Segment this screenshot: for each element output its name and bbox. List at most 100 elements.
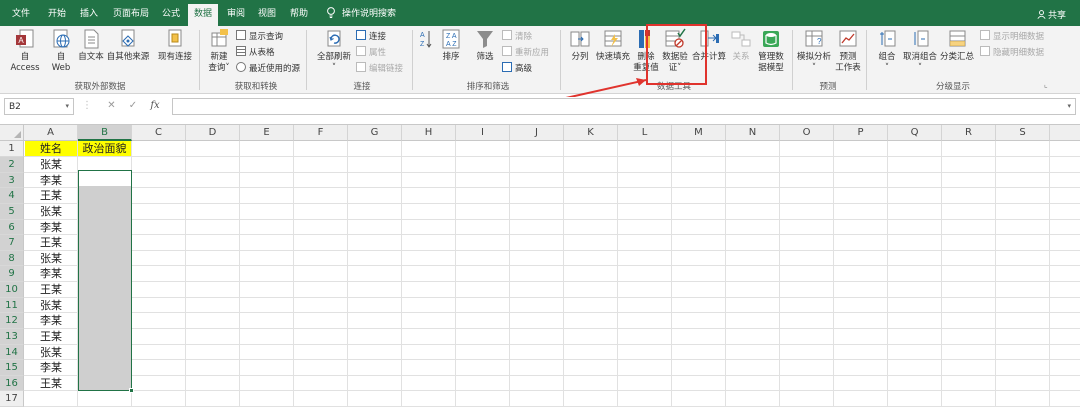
- cell-a4[interactable]: 王某: [25, 188, 77, 203]
- selection-range-b2-b16[interactable]: [78, 170, 132, 391]
- row-header-2[interactable]: 2: [0, 157, 24, 173]
- col-header-k[interactable]: K: [564, 125, 618, 141]
- name-box[interactable]: B2 ▾: [4, 98, 74, 115]
- cell-a16[interactable]: 王某: [25, 376, 77, 391]
- cell-a3[interactable]: 李某: [25, 173, 77, 188]
- fill-handle[interactable]: [129, 388, 134, 393]
- group-button[interactable]: 组合 ˅: [876, 28, 898, 74]
- row-header-8[interactable]: 8: [0, 251, 24, 266]
- col-header-e[interactable]: E: [240, 125, 294, 141]
- row-header-3[interactable]: 3: [0, 173, 24, 188]
- col-header-s[interactable]: S: [996, 125, 1050, 141]
- sort-button[interactable]: Z AA Z 排序: [440, 28, 462, 63]
- reapply-button[interactable]: 重新应用: [502, 46, 549, 59]
- connections-button[interactable]: 连接: [356, 30, 386, 43]
- new-query-button[interactable]: 新建 查询˅: [204, 28, 234, 74]
- text-to-columns-button[interactable]: 分列: [568, 28, 592, 63]
- row-header-16[interactable]: 16: [0, 376, 24, 391]
- cell-a10[interactable]: 王某: [25, 282, 77, 297]
- recent-sources-button[interactable]: 最近使用的源: [236, 62, 300, 75]
- tab-help[interactable]: 帮助: [290, 6, 308, 19]
- cell-a2[interactable]: 张某: [25, 157, 77, 172]
- what-if-analysis-button[interactable]: ? 模拟分析 ˅: [796, 28, 832, 74]
- active-cell-b2[interactable]: [79, 171, 131, 186]
- col-header-q[interactable]: Q: [888, 125, 942, 141]
- confirm-icon[interactable]: ✓: [129, 100, 137, 111]
- dialog-launcher-icon[interactable]: ⌞: [1044, 79, 1048, 90]
- from-access-button[interactable]: A 自 Access: [6, 28, 44, 74]
- col-header-c[interactable]: C: [132, 125, 186, 141]
- manage-data-model-button[interactable]: 管理数 据模型: [754, 28, 788, 74]
- row-header-10[interactable]: 10: [0, 282, 24, 298]
- row-header-9[interactable]: 9: [0, 266, 24, 282]
- col-header-d[interactable]: D: [186, 125, 240, 141]
- tab-insert[interactable]: 插入: [80, 6, 98, 19]
- cell-a11[interactable]: 张某: [25, 298, 77, 313]
- col-header-j[interactable]: J: [510, 125, 564, 141]
- cancel-icon[interactable]: ✕: [107, 100, 115, 111]
- col-header-m[interactable]: M: [672, 125, 726, 141]
- relationships-button[interactable]: 关系: [728, 28, 754, 63]
- tab-home[interactable]: 开始: [48, 6, 66, 19]
- col-header-p[interactable]: P: [834, 125, 888, 141]
- row-header-7[interactable]: 7: [0, 235, 24, 251]
- show-queries-button[interactable]: 显示查询: [236, 30, 283, 43]
- tab-file[interactable]: 文件: [12, 6, 30, 19]
- show-detail-button[interactable]: 显示明细数据: [980, 30, 1044, 43]
- row-header-12[interactable]: 12: [0, 313, 24, 329]
- cell-a9[interactable]: 李某: [25, 266, 77, 281]
- col-header-f[interactable]: F: [294, 125, 348, 141]
- tab-view[interactable]: 视图: [258, 6, 276, 19]
- insert-function-icon[interactable]: fx: [150, 100, 159, 111]
- cell-a1[interactable]: 姓名: [25, 141, 77, 156]
- ungroup-button[interactable]: 取消组合 ˅: [902, 28, 938, 74]
- col-header-g[interactable]: G: [348, 125, 402, 141]
- row-header-4[interactable]: 4: [0, 188, 24, 204]
- formula-input[interactable]: ▾: [172, 98, 1076, 115]
- from-table-button[interactable]: 从表格: [236, 46, 275, 59]
- sort-ascending-button[interactable]: AZ: [418, 28, 434, 52]
- cell-a12[interactable]: 李某: [25, 313, 77, 328]
- from-text-button[interactable]: 自文本: [76, 28, 106, 63]
- col-header-i[interactable]: I: [456, 125, 510, 141]
- tell-me-search[interactable]: 操作说明搜索: [326, 6, 396, 19]
- col-header-n[interactable]: N: [726, 125, 780, 141]
- tab-review[interactable]: 审阅: [227, 6, 245, 19]
- row-header-15[interactable]: 15: [0, 360, 24, 376]
- row-header-13[interactable]: 13: [0, 329, 24, 345]
- row-header-11[interactable]: 11: [0, 298, 24, 313]
- from-other-sources-button[interactable]: 自其他来源: [105, 28, 151, 63]
- tab-page-layout[interactable]: 页面布局: [113, 6, 149, 19]
- advanced-filter-button[interactable]: 高级: [502, 62, 532, 75]
- cell-b1[interactable]: 政治面貌: [78, 141, 131, 156]
- share-button[interactable]: 共享: [1037, 8, 1066, 21]
- tab-data[interactable]: 数据: [188, 4, 219, 26]
- col-header-r[interactable]: R: [942, 125, 996, 141]
- cell-a13[interactable]: 王某: [25, 329, 77, 344]
- row-header-14[interactable]: 14: [0, 345, 24, 360]
- row-header-17[interactable]: 17: [0, 391, 24, 407]
- expand-formula-icon[interactable]: ▾: [1067, 102, 1071, 110]
- col-header-h[interactable]: H: [402, 125, 456, 141]
- cell-a7[interactable]: 王某: [25, 235, 77, 250]
- chevron-down-icon[interactable]: ▾: [65, 102, 69, 110]
- col-header-l[interactable]: L: [618, 125, 672, 141]
- cell-a14[interactable]: 张某: [25, 345, 77, 360]
- clear-filter-button[interactable]: 清除: [502, 30, 532, 43]
- tab-formulas[interactable]: 公式: [162, 6, 180, 19]
- col-header-o[interactable]: O: [780, 125, 834, 141]
- row-header-1[interactable]: 1: [0, 141, 24, 157]
- cell-a5[interactable]: 张某: [25, 204, 77, 219]
- edit-links-button[interactable]: 编辑链接: [356, 62, 403, 75]
- refresh-all-button[interactable]: 全部刷新 ˅: [316, 28, 352, 74]
- cell-a8[interactable]: 张某: [25, 251, 77, 266]
- cell-a15[interactable]: 李某: [25, 360, 77, 375]
- from-web-button[interactable]: 自 Web: [46, 28, 76, 74]
- worksheet-grid[interactable]: A B C D E F G H I J K L M N O P Q R S 1 …: [0, 124, 1080, 407]
- col-header-b[interactable]: B: [78, 125, 132, 141]
- subtotal-button[interactable]: 分类汇总: [940, 28, 974, 63]
- hide-detail-button[interactable]: 隐藏明细数据: [980, 46, 1044, 59]
- properties-button[interactable]: 属性: [356, 46, 386, 59]
- forecast-sheet-button[interactable]: 预测 工作表: [834, 28, 862, 74]
- select-all-button[interactable]: [0, 125, 24, 141]
